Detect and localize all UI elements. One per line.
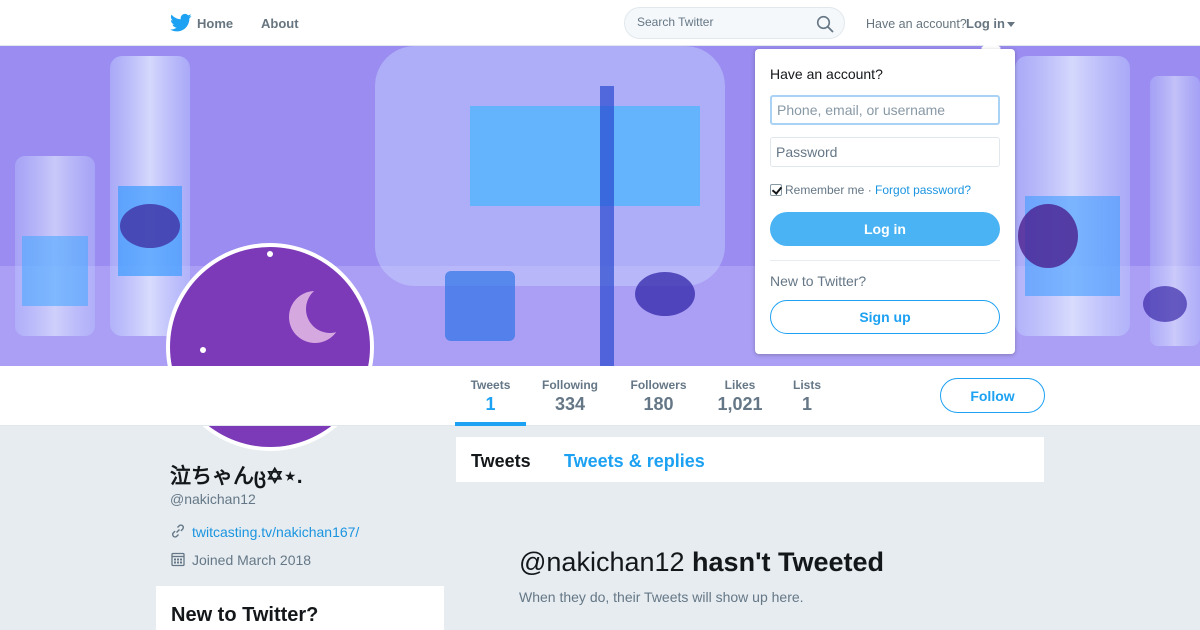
stat-label: Followers (630, 378, 687, 392)
login-dropdown-title: Have an account? (770, 66, 883, 82)
search-box (624, 7, 845, 39)
stat-followers[interactable]: Followers 180 (629, 378, 688, 415)
stat-following[interactable]: Following 334 (541, 378, 599, 415)
separator-dot: · (867, 183, 872, 197)
stat-label: Lists (792, 378, 821, 392)
login-dropdown: Have an account? Remember me · Forgot pa… (755, 49, 1015, 354)
tab-tweets[interactable]: Tweets (471, 451, 531, 472)
profile-website-link[interactable]: twitcasting.tv/nakichan167/ (192, 524, 359, 540)
stat-label: Following (542, 378, 598, 392)
stat-lists[interactable]: Lists 1 (791, 378, 823, 415)
search-icon[interactable] (816, 15, 834, 33)
caret-down-icon[interactable] (1007, 22, 1015, 27)
top-navigation: Home About Have an account? Log in (0, 0, 1200, 46)
have-account-text: Have an account? (866, 17, 967, 31)
stat-value: 1 (801, 394, 812, 414)
link-icon (172, 524, 184, 538)
twitter-bird-icon[interactable] (170, 13, 192, 33)
stat-value: 180 (643, 394, 674, 414)
login-menu-link[interactable]: Log in (966, 16, 1005, 31)
follow-button[interactable]: Follow (940, 378, 1045, 413)
profile-name[interactable]: 泣ちゃんც✡⋆. (170, 460, 303, 490)
stat-likes[interactable]: Likes 1,021 (715, 378, 765, 415)
empty-state-title: @nakichan12 hasn't Tweeted (519, 547, 884, 578)
stat-value: 1,021 (717, 394, 763, 414)
profile-handle[interactable]: @nakichan12 (170, 491, 256, 507)
password-field[interactable] (770, 137, 1000, 167)
new-to-twitter-heading: New to Twitter? (171, 604, 319, 626)
empty-state-handle: @nakichan12 (519, 547, 685, 577)
stat-tweets[interactable]: Tweets 1 (470, 378, 511, 415)
joined-date: Joined March 2018 (192, 552, 312, 568)
login-button[interactable]: Log in (770, 212, 1000, 246)
remember-me-label[interactable]: Remember me (785, 183, 864, 197)
active-stat-indicator (455, 422, 526, 426)
remember-row: Remember me · Forgot password? (770, 183, 971, 197)
new-to-twitter-card: New to Twitter? (156, 586, 444, 630)
forgot-password-link[interactable]: Forgot password? (875, 183, 971, 197)
search-input[interactable] (637, 15, 807, 29)
nav-about-link[interactable]: About (261, 16, 299, 31)
stat-value: 334 (554, 394, 586, 414)
tab-tweets-replies[interactable]: Tweets & replies (564, 451, 705, 472)
stat-label: Tweets (470, 378, 511, 392)
nav-home-link[interactable]: Home (197, 16, 233, 31)
stat-label: Likes (724, 378, 756, 392)
stat-value: 1 (485, 394, 496, 414)
divider (770, 260, 1000, 261)
signup-button[interactable]: Sign up (770, 300, 1000, 334)
calendar-icon (171, 552, 185, 567)
empty-state-title-rest: hasn't Tweeted (692, 547, 884, 577)
username-field[interactable] (770, 95, 1000, 125)
timeline-tabs: Tweets Tweets & replies (456, 437, 1044, 482)
remember-me-checkbox[interactable] (770, 184, 782, 196)
profile-stats-bar: Tweets 1 Following 334 Followers 180 Lik… (0, 366, 1200, 426)
empty-state-subtitle: When they do, their Tweets will show up … (519, 589, 804, 605)
new-to-twitter-text: New to Twitter? (770, 273, 867, 289)
